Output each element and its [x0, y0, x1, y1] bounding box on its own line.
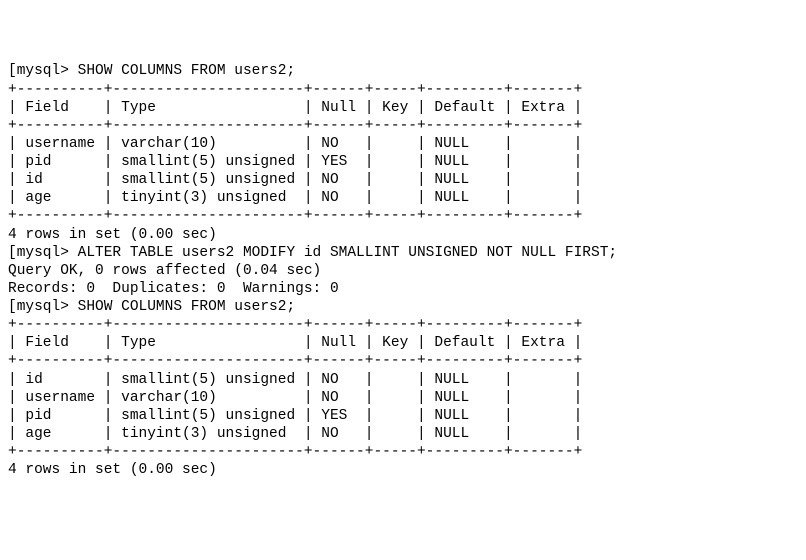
terminal-line: Records: 0 Duplicates: 0 Warnings: 0 — [8, 280, 798, 298]
terminal-line: [mysql> SHOW COLUMNS FROM users2; — [8, 298, 798, 316]
terminal-line: [mysql> SHOW COLUMNS FROM users2; — [8, 62, 798, 80]
terminal-line: | Field | Type | Null | Key | Default | … — [8, 334, 798, 352]
terminal-line: +----------+----------------------+-----… — [8, 117, 798, 135]
terminal-line: | username | varchar(10) | NO | | NULL |… — [8, 389, 798, 407]
terminal-line: 4 rows in set (0.00 sec) — [8, 461, 798, 479]
terminal-line: | username | varchar(10) | NO | | NULL |… — [8, 135, 798, 153]
mysql-terminal: [mysql> SHOW COLUMNS FROM users2;+------… — [8, 62, 798, 479]
terminal-line: +----------+----------------------+-----… — [8, 207, 798, 225]
terminal-line: | pid | smallint(5) unsigned | YES | | N… — [8, 153, 798, 171]
terminal-line: +----------+----------------------+-----… — [8, 81, 798, 99]
terminal-line: | id | smallint(5) unsigned | NO | | NUL… — [8, 371, 798, 389]
terminal-line: +----------+----------------------+-----… — [8, 443, 798, 461]
terminal-line: [mysql> ALTER TABLE users2 MODIFY id SMA… — [8, 244, 798, 262]
terminal-line: | age | tinyint(3) unsigned | NO | | NUL… — [8, 189, 798, 207]
terminal-line: 4 rows in set (0.00 sec) — [8, 226, 798, 244]
terminal-line: | Field | Type | Null | Key | Default | … — [8, 99, 798, 117]
terminal-line: | id | smallint(5) unsigned | NO | | NUL… — [8, 171, 798, 189]
terminal-line: | age | tinyint(3) unsigned | NO | | NUL… — [8, 425, 798, 443]
terminal-line: +----------+----------------------+-----… — [8, 316, 798, 334]
terminal-line: Query OK, 0 rows affected (0.04 sec) — [8, 262, 798, 280]
terminal-line: | pid | smallint(5) unsigned | YES | | N… — [8, 407, 798, 425]
terminal-line: +----------+----------------------+-----… — [8, 352, 798, 370]
